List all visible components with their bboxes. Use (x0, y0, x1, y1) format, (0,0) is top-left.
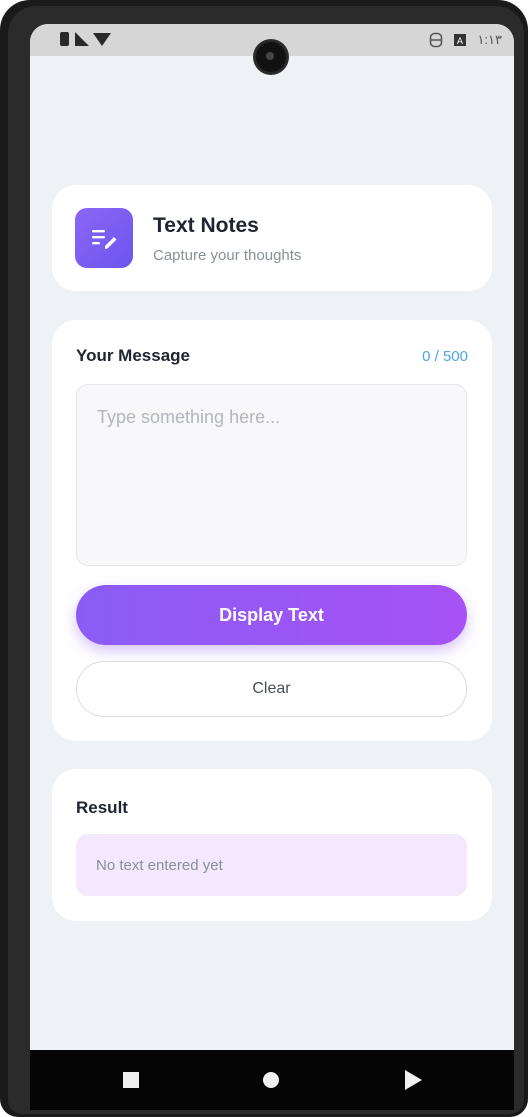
header-card: Text Notes Capture your thoughts (52, 185, 492, 291)
app-screen: A ١:١٣ Text Notes Capture your thoughts … (30, 24, 514, 1050)
message-card: Your Message 0 / 500 Type something here… (52, 320, 492, 741)
display-text-button[interactable]: Display Text (76, 585, 467, 645)
data-saver-icon (430, 32, 443, 48)
character-counter: 0 / 500 (422, 348, 468, 365)
result-label: Result (76, 798, 128, 817)
status-icons-left (60, 32, 111, 46)
message-input[interactable]: Type something here... (76, 384, 467, 566)
result-text: No text entered yet (96, 856, 223, 874)
app-icon (75, 208, 133, 268)
wifi-icon (93, 33, 111, 46)
status-time: ١:١٣ (477, 32, 502, 47)
notification-icon (60, 32, 69, 46)
app-title: Text Notes (153, 214, 259, 237)
back-triangle-icon[interactable] (405, 1070, 422, 1090)
message-placeholder: Type something here... (97, 407, 281, 427)
signal-icon (75, 32, 89, 46)
front-camera (256, 42, 286, 72)
result-card: Result No text entered yet (52, 769, 492, 921)
keyboard-indicator-icon: A (454, 34, 467, 47)
svg-text:A: A (457, 37, 464, 47)
result-output: No text entered yet (76, 834, 467, 896)
recents-square-icon[interactable] (123, 1072, 139, 1088)
app-subtitle: Capture your thoughts (153, 247, 302, 264)
home-circle-icon[interactable] (263, 1072, 279, 1088)
clear-button[interactable]: Clear (76, 661, 467, 717)
message-label: Your Message (76, 346, 191, 365)
notes-edit-icon (92, 230, 117, 249)
status-icons-right: A ١:١٣ (429, 32, 502, 48)
navigation-bar (30, 1050, 514, 1110)
